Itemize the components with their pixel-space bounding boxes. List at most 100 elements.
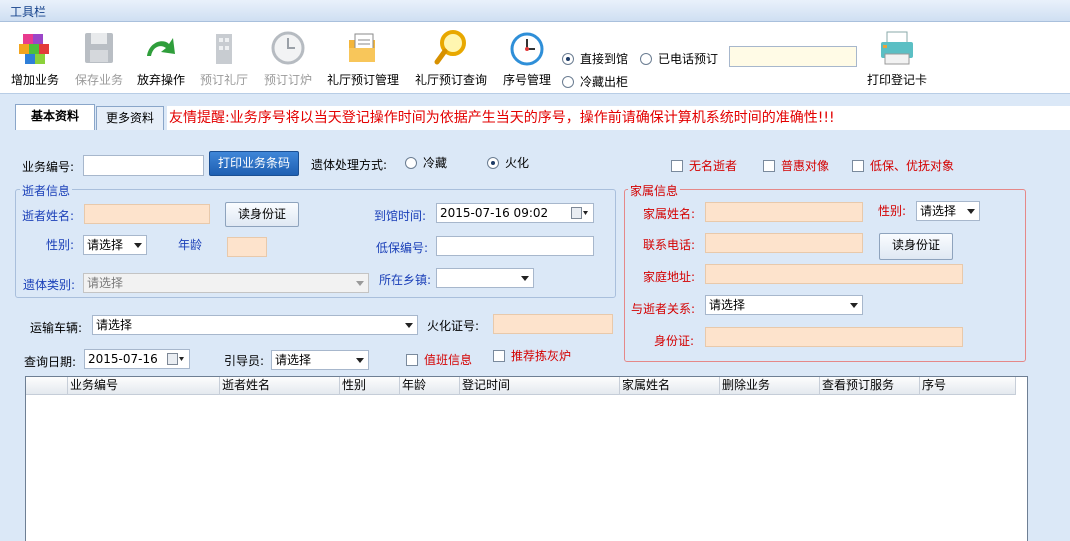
query-date-value: 2015-07-16	[88, 352, 158, 366]
family-address-input[interactable]	[705, 264, 963, 284]
family-gender-label: 性别:	[878, 204, 907, 218]
deceased-gender-select[interactable]: 请选择	[83, 235, 147, 255]
column-header[interactable]: 性别	[340, 377, 400, 395]
family-name-label: 家属姓名:	[643, 207, 696, 221]
chevron-down-icon	[967, 209, 975, 214]
cubes-icon	[19, 34, 49, 64]
family-name-input[interactable]	[705, 202, 863, 222]
save-business-button[interactable]: 保存业务	[70, 26, 128, 90]
phone-booking-input[interactable]	[729, 46, 857, 67]
hall-booking-management-label: 礼厅预订管理	[326, 73, 399, 87]
preferential-label: 普惠对像	[781, 159, 830, 173]
radio-handling-cold-label: 冷藏	[423, 156, 448, 170]
arrival-time-picker[interactable]: 2015-07-16 09:02	[436, 203, 594, 223]
arrival-time-label: 到馆时间:	[374, 209, 427, 223]
checkbox-box	[763, 160, 775, 172]
abandon-operation-label: 放弃操作	[136, 73, 185, 87]
column-header[interactable]: 序号	[920, 377, 1016, 395]
column-header[interactable]: 逝者姓名	[220, 377, 340, 395]
cremation-no-input[interactable]	[493, 314, 613, 334]
radio-handling-cold[interactable]: 冷藏	[405, 154, 447, 171]
save-business-label: 保存业务	[74, 73, 123, 87]
chevron-down-icon	[405, 323, 413, 328]
deceased-gender-value: 请选择	[87, 238, 124, 252]
family-read-id-button[interactable]: 读身份证	[879, 233, 953, 260]
building-icon	[216, 34, 232, 64]
alarm-clock-icon	[510, 32, 544, 66]
query-date-picker[interactable]: 2015-07-16	[84, 349, 190, 369]
preferential-checkbox[interactable]: 普惠对像	[763, 157, 829, 174]
low-income-no-label: 低保编号:	[376, 241, 429, 255]
family-address-label: 家庭地址:	[643, 270, 696, 284]
sequence-management-button[interactable]: 序号管理	[498, 26, 556, 90]
print-registration-card-label: 打印登记卡	[866, 73, 927, 87]
relation-value: 请选择	[709, 298, 746, 312]
radio-dot	[405, 157, 417, 169]
book-furnace-button[interactable]: 预订订炉	[260, 26, 316, 90]
recommend-furnace-checkbox[interactable]: 推荐拣灰炉	[493, 347, 571, 364]
radio-handling-cremation[interactable]: 火化	[487, 154, 529, 171]
book-hall-button[interactable]: 预订礼厅	[196, 26, 252, 90]
radio-direct-label: 直接到馆	[580, 52, 629, 66]
checkbox-box	[406, 354, 418, 366]
deceased-read-id-button[interactable]: 读身份证	[225, 202, 299, 227]
column-header[interactable]: 业务编号	[68, 377, 220, 395]
column-header[interactable]: 年龄	[400, 377, 460, 395]
vehicle-select[interactable]: 请选择	[92, 315, 418, 335]
body-type-value: 请选择	[87, 276, 124, 290]
radio-dot	[640, 53, 652, 65]
low-income-no-input[interactable]	[436, 236, 594, 256]
calendar-dropdown-icon[interactable]	[167, 353, 185, 366]
clock-icon	[271, 31, 305, 65]
town-select[interactable]	[436, 268, 534, 288]
family-phone-input[interactable]	[705, 233, 863, 253]
duty-info-checkbox[interactable]: 值班信息	[406, 351, 472, 368]
checkbox-box	[493, 350, 505, 362]
tab-more-info[interactable]: 更多资料	[96, 106, 164, 130]
handling-label: 遗体处理方式:	[311, 158, 388, 172]
family-id-input[interactable]	[705, 327, 963, 347]
guide-label: 引导员:	[224, 354, 265, 368]
vehicle-label: 运输车辆:	[30, 321, 83, 335]
query-date-label: 查询日期:	[24, 355, 77, 369]
folder-calendar-icon	[349, 33, 375, 62]
body-type-label: 遗体类别:	[23, 278, 76, 292]
arrival-time-value: 2015-07-16 09:02	[440, 206, 549, 220]
magnifier-icon	[434, 30, 466, 65]
biz-no-input[interactable]	[83, 155, 204, 176]
column-header[interactable]: 登记时间	[460, 377, 620, 395]
guide-select[interactable]: 请选择	[271, 350, 369, 370]
column-header[interactable]: 家属姓名	[620, 377, 720, 395]
radio-direct-arrival[interactable]: 直接到馆	[562, 50, 628, 67]
business-grid[interactable]: 业务编号 逝者姓名 性别 年龄 登记时间 家属姓名 删除业务 查看预订服务 序号	[25, 376, 1028, 541]
column-header[interactable]: 查看预订服务	[820, 377, 920, 395]
low-income-checkbox[interactable]: 低保、优抚对象	[852, 157, 954, 174]
abandon-operation-button[interactable]: 放弃操作	[132, 26, 190, 90]
anonymous-checkbox[interactable]: 无名逝者	[671, 157, 737, 174]
tab-basic-info[interactable]: 基本资料	[15, 104, 95, 130]
undo-arrow-icon	[147, 38, 175, 56]
add-business-button[interactable]: 增加业务	[6, 26, 64, 90]
radio-cold-out[interactable]: 冷藏出柜	[562, 73, 628, 90]
sequence-management-label: 序号管理	[502, 73, 551, 87]
family-phone-label: 联系电话:	[643, 238, 696, 252]
body-type-select[interactable]: 请选择	[83, 273, 369, 293]
column-header[interactable]: 删除业务	[720, 377, 820, 395]
radio-phone-label: 已电话预订	[658, 52, 719, 66]
deceased-name-input[interactable]	[84, 204, 210, 224]
hall-booking-query-button[interactable]: 礼厅预订查询	[412, 26, 490, 90]
deceased-gender-label: 性别:	[46, 238, 75, 252]
age-input[interactable]	[227, 237, 267, 257]
relation-select[interactable]: 请选择	[705, 295, 863, 315]
printer-icon	[881, 31, 913, 65]
grid-row-header	[26, 377, 68, 395]
toolbar-header: 工具栏	[0, 0, 1070, 22]
calendar-dropdown-icon[interactable]	[571, 207, 589, 220]
hall-booking-management-button[interactable]: 礼厅预订管理	[324, 26, 402, 90]
book-furnace-label: 预订订炉	[263, 73, 312, 87]
family-gender-select[interactable]: 请选择	[916, 201, 980, 221]
grid-header: 业务编号 逝者姓名 性别 年龄 登记时间 家属姓名 删除业务 查看预订服务 序号	[26, 377, 1016, 395]
radio-phone-booked[interactable]: 已电话预订	[640, 50, 718, 67]
print-barcode-button[interactable]: 打印业务条码	[209, 151, 299, 176]
print-registration-card-button[interactable]: 打印登记卡	[862, 26, 932, 90]
